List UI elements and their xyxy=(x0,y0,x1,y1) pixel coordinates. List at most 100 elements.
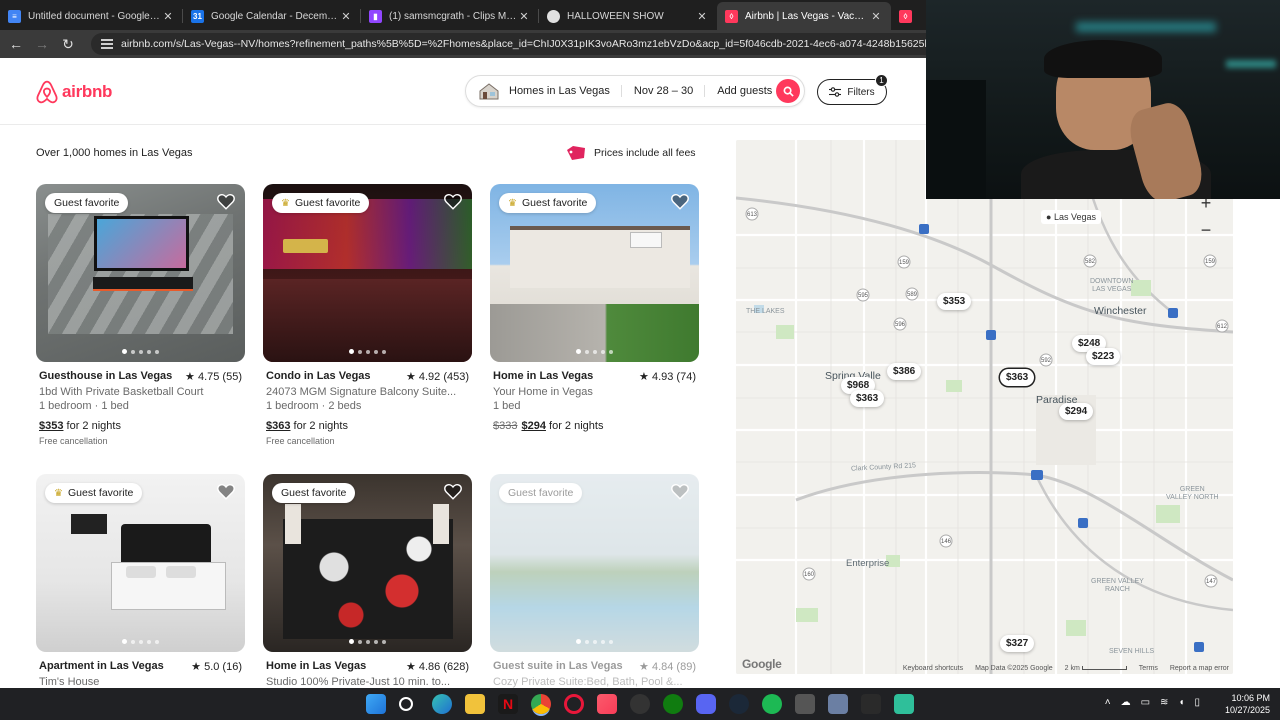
close-icon[interactable]: ✕ xyxy=(517,10,531,23)
map-price-pin[interactable]: $353 xyxy=(937,293,972,310)
spotify-icon[interactable] xyxy=(762,694,782,714)
listing-photo[interactable]: Guest favorite xyxy=(36,184,245,362)
obs-icon[interactable] xyxy=(630,694,650,714)
monitor-app-icon[interactable] xyxy=(894,694,914,714)
map-price-pin[interactable]: $327 xyxy=(1000,635,1035,652)
photo-carousel-dots[interactable] xyxy=(36,349,245,354)
tab-airbnb[interactable]: ◊ Airbnb | Las Vegas - Vacation R ✕ xyxy=(717,2,891,30)
search-button[interactable] xyxy=(776,79,800,103)
opera-icon[interactable] xyxy=(564,694,584,714)
edge-icon[interactable] xyxy=(432,694,452,714)
keyboard-shortcuts-link[interactable]: Keyboard shortcuts xyxy=(903,665,963,672)
netflix-icon[interactable]: N xyxy=(498,694,518,714)
photo-carousel-dots[interactable] xyxy=(36,639,245,644)
steam-icon[interactable] xyxy=(729,694,749,714)
music-icon[interactable] xyxy=(597,694,617,714)
listing-title: Guest suite in Las Vegas xyxy=(493,660,623,672)
map-label-enterprise: Enterprise xyxy=(846,558,890,569)
chrome-icon[interactable] xyxy=(531,694,551,714)
close-icon[interactable]: ✕ xyxy=(869,10,883,23)
listing-photo[interactable]: ♛ Guest favorite xyxy=(490,184,699,362)
map-price-pin[interactable]: $386 xyxy=(887,363,922,380)
map-price-pin[interactable]: $363 xyxy=(850,390,885,407)
listing-card[interactable]: ♛ Guest favorite Apartment in Las Vegas ★ … xyxy=(36,474,245,688)
heart-icon[interactable] xyxy=(217,193,235,210)
listing-price[interactable]: $353 for 2 nights xyxy=(36,420,245,432)
filters-button[interactable]: Filters 1 xyxy=(817,74,888,105)
svg-text:160: 160 xyxy=(804,572,815,578)
forward-icon[interactable]: → xyxy=(29,32,55,56)
listing-subtitle: 24073 MGM Signature Balcony Suite... xyxy=(266,386,457,398)
xbox-icon[interactable] xyxy=(663,694,683,714)
tab-airbnb-2[interactable]: ◊ 1 xyxy=(891,2,927,30)
terms-link[interactable]: Terms xyxy=(1139,665,1158,672)
close-icon[interactable]: ✕ xyxy=(339,10,353,23)
guest-favorite-badge: Guest favorite xyxy=(272,483,356,503)
site-settings-icon[interactable] xyxy=(101,38,113,50)
file-explorer-icon[interactable] xyxy=(465,694,485,714)
listing-photo[interactable]: Guest favorite xyxy=(263,474,472,652)
map-roads: 613 159 595 589 596 592 582 159 612 146 … xyxy=(736,140,1233,674)
heart-icon[interactable] xyxy=(444,193,462,210)
listing-photo[interactable]: Guest favorite xyxy=(490,474,699,652)
las-vegas-location-pin[interactable]: ● Las Vegas xyxy=(1041,210,1101,224)
listing-photo[interactable]: ♛ Guest favorite xyxy=(263,184,472,362)
tab-twitch-clips[interactable]: ▮ (1) samsmcgrath - Clips Manag ✕ xyxy=(361,2,539,30)
url-field[interactable]: airbnb.com/s/Las-Vegas--NV/homes?refinem… xyxy=(91,33,971,55)
map-price-pin[interactable]: $294 xyxy=(1059,403,1094,420)
listing-photo[interactable]: ♛ Guest favorite xyxy=(36,474,245,652)
filters-label: Filters xyxy=(847,86,875,98)
free-cancellation: Free cancellation xyxy=(266,436,335,446)
cloud-icon[interactable]: ☁ xyxy=(1121,697,1131,708)
airbnb-logo[interactable]: airbnb xyxy=(36,80,112,104)
discord-icon[interactable] xyxy=(696,694,716,714)
tab-google-calendar[interactable]: 31 Google Calendar - December 2 ✕ xyxy=(183,2,361,30)
report-map-error-link[interactable]: Report a map error xyxy=(1170,665,1229,672)
listing-card[interactable]: ♛ Guest favorite Home in Las Vegas ★ 4.93 … xyxy=(490,184,699,432)
reload-icon[interactable]: ↻ xyxy=(55,32,81,56)
zoom-out-button[interactable]: − xyxy=(1193,217,1219,243)
listing-card[interactable]: Guest favorite Guesthouse in Las Vegas ★ … xyxy=(36,184,245,446)
listing-title: Condo in Las Vegas xyxy=(266,370,371,382)
map-label-green-valley-north: GREEN VALLEY NORTH xyxy=(1166,486,1219,501)
close-icon[interactable]: ✕ xyxy=(161,10,175,23)
epic-games-icon[interactable] xyxy=(861,694,881,714)
guest-favorite-badge: Guest favorite xyxy=(45,193,129,213)
tab-halloween-show[interactable]: HALLOWEEN SHOW ✕ xyxy=(539,2,717,30)
listing-price[interactable]: $333 $294 for 2 nights xyxy=(490,420,699,432)
app-icon[interactable] xyxy=(795,694,815,714)
photo-carousel-dots[interactable] xyxy=(490,349,699,354)
filters-count-badge: 1 xyxy=(875,74,888,87)
search-bar[interactable]: Homes in Las Vegas Nov 28 – 30 Add guest… xyxy=(465,75,805,107)
back-icon[interactable]: ← xyxy=(3,32,29,56)
listing-price[interactable]: $363 for 2 nights xyxy=(263,420,472,432)
wifi-icon[interactable]: ≋ xyxy=(1160,697,1168,708)
close-icon[interactable]: ✕ xyxy=(695,10,709,23)
search-icon[interactable] xyxy=(399,697,413,711)
heart-icon[interactable] xyxy=(217,483,235,500)
heart-icon[interactable] xyxy=(671,193,689,210)
search-guests[interactable]: Add guests xyxy=(704,85,783,97)
tab-google-docs[interactable]: ≡ Untitled document - Google Do ✕ xyxy=(0,2,183,30)
map-price-pin[interactable]: $363 xyxy=(1000,369,1035,386)
volume-icon[interactable]: ◖ xyxy=(1178,697,1184,708)
results-map[interactable]: 613 159 595 589 596 592 582 159 612 146 … xyxy=(736,140,1233,674)
windows-start-icon[interactable] xyxy=(366,694,386,714)
clock[interactable]: 10:06 PM 10/27/2025 xyxy=(1225,692,1270,716)
trophy-icon: ♛ xyxy=(281,197,290,209)
photo-carousel-dots[interactable] xyxy=(490,639,699,644)
settings-icon[interactable] xyxy=(828,694,848,714)
photo-carousel-dots[interactable] xyxy=(263,639,472,644)
network-icon[interactable]: ▭ xyxy=(1141,697,1150,708)
listing-card[interactable]: Guest favorite Home in Las Vegas ★ 4.86 (… xyxy=(263,474,472,688)
photo-carousel-dots[interactable] xyxy=(263,349,472,354)
listing-card[interactable]: Guest favorite Guest suite in Las Vegas ★… xyxy=(490,474,699,688)
chevron-up-icon[interactable]: ˄ xyxy=(1105,697,1111,708)
listing-card[interactable]: ♛ Guest favorite Condo in Las Vegas ★ 4.92… xyxy=(263,184,472,446)
heart-icon[interactable] xyxy=(444,483,462,500)
heart-icon[interactable] xyxy=(671,483,689,500)
search-dates[interactable]: Nov 28 – 30 xyxy=(620,85,704,97)
search-location[interactable]: Homes in Las Vegas xyxy=(507,85,621,97)
map-price-pin[interactable]: $223 xyxy=(1086,348,1121,365)
battery-icon[interactable]: ▯ xyxy=(1194,697,1200,708)
